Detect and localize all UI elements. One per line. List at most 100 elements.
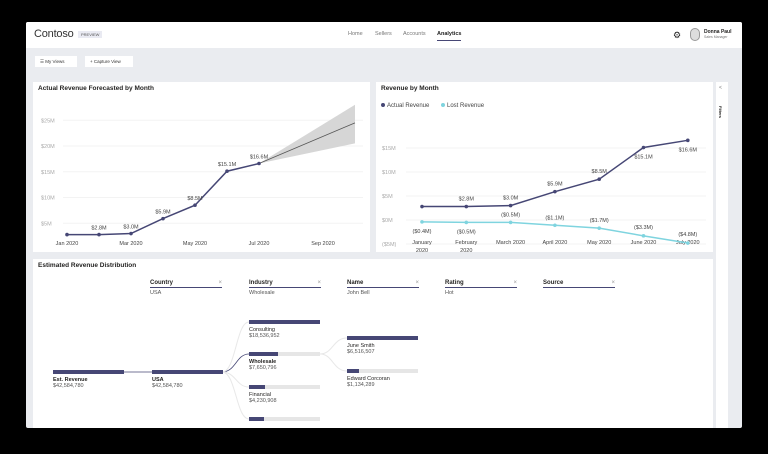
column-header: Source ×: [543, 280, 615, 288]
legend-marker: [381, 103, 385, 107]
data-point: [464, 204, 469, 209]
data-point: [420, 204, 424, 209]
tree-node-name[interactable]: June Smith $6,516,507: [347, 336, 418, 355]
tree-node-name[interactable]: Edward Corcoran $1,134,289: [347, 369, 418, 388]
nav-sellers[interactable]: Sellers: [375, 31, 392, 37]
column-header: Country ×: [150, 280, 222, 288]
data-point: [641, 145, 646, 150]
x-tick-label: Mar 2020: [119, 241, 142, 247]
tree-column-rating[interactable]: Rating × Hot: [445, 280, 517, 296]
data-label: ($0.5M): [501, 212, 520, 218]
data-label: $8.5M: [187, 196, 203, 202]
close-icon[interactable]: ×: [513, 280, 517, 286]
revenue-chart: ($5M) $0M $5M $10M $15M January 2020 February 20…: [381, 103, 706, 252]
legend-marker: [441, 103, 445, 107]
tree-node-industry[interactable]: Financial $4,230,908: [249, 385, 320, 404]
data-point: [641, 234, 646, 238]
tree-node-industry[interactable]: [249, 417, 320, 424]
close-icon[interactable]: ×: [611, 280, 615, 286]
x-tick-label: Jul 2020: [249, 241, 270, 247]
legend-label: Actual Revenue: [387, 103, 430, 109]
tree-node-root[interactable]: Est. Revenue $42,584,780: [53, 370, 124, 389]
collapse-icon[interactable]: <: [719, 85, 722, 91]
gear-icon[interactable]: ⚙: [673, 30, 681, 41]
y-tick-label: $15M: [382, 146, 396, 152]
y-tick-label: ($5M): [382, 242, 397, 248]
data-point: [97, 232, 101, 237]
close-icon[interactable]: ×: [317, 280, 321, 286]
series-line: [67, 162, 260, 236]
data-point: [553, 189, 557, 194]
data-point: [193, 203, 197, 208]
forecast-chart-card: Actual Revenue Forecasted by Month $5M $1…: [33, 82, 370, 252]
y-tick-label: $5M: [41, 221, 52, 227]
data-point: [508, 220, 513, 225]
x-tick-label: February: [455, 240, 477, 246]
x-tick-label: Sep 2020: [311, 241, 335, 247]
close-icon[interactable]: ×: [218, 280, 222, 286]
node-value: $6,516,507: [347, 349, 375, 355]
data-label: $2.8M: [91, 226, 107, 232]
y-tick-label: $10M: [382, 170, 396, 176]
data-point: [508, 203, 513, 208]
tree-column-name[interactable]: Name × John Bell: [347, 280, 419, 296]
column-value: Wholesale: [249, 290, 275, 296]
app-window: Contoso PREVIEW Home Sellers Accounts An…: [26, 22, 742, 428]
column-name: Country: [150, 280, 173, 286]
tree-node-industry[interactable]: Wholesale $7,650,796: [249, 352, 320, 371]
nav-home[interactable]: Home: [348, 31, 363, 37]
data-point: [686, 138, 690, 143]
data-point: [225, 169, 229, 174]
data-label: $16.6M: [679, 147, 698, 153]
data-point: [161, 216, 165, 221]
my-views-button[interactable]: ☰ My Views: [35, 56, 77, 67]
column-header: Name ×: [347, 280, 419, 288]
column-name: Name: [347, 280, 364, 286]
tree-column-source[interactable]: Source ×: [543, 280, 615, 290]
data-label: $5.9M: [547, 182, 563, 188]
data-label: ($4.8M): [678, 232, 697, 238]
x-tick-label: May 2020: [183, 241, 207, 247]
user-role: Sales Manager: [704, 35, 728, 39]
filters-pane[interactable]: < Filters: [716, 82, 728, 428]
close-icon[interactable]: ×: [415, 280, 419, 286]
data-label: ($0.5M): [457, 229, 476, 235]
x-tick-label: January: [412, 240, 432, 246]
tree-node-industry[interactable]: Consulting $18,536,952: [249, 320, 320, 339]
x-tick-label-year: 2020: [460, 248, 472, 252]
nav-accounts[interactable]: Accounts: [403, 31, 426, 37]
column-value: John Bell: [347, 290, 370, 296]
node-value: $4,230,908: [249, 398, 277, 404]
data-label: $5.9M: [155, 210, 171, 216]
x-tick-label: June 2020: [631, 240, 657, 246]
data-point: [65, 232, 69, 237]
tree-column-country[interactable]: Country × USA: [150, 280, 222, 296]
tree-column-industry[interactable]: Industry × Wholesale: [249, 280, 321, 296]
x-tick-label: March 2020: [496, 240, 525, 246]
avatar[interactable]: [690, 28, 700, 41]
column-header: Industry ×: [249, 280, 321, 288]
data-point: [597, 226, 601, 230]
capture-view-button[interactable]: + Capture View: [85, 56, 133, 67]
column-value: USA: [150, 290, 162, 296]
filters-label: Filters: [718, 106, 723, 119]
data-label: ($1.7M): [590, 218, 609, 224]
tree-node-usa[interactable]: USA $42,584,780: [152, 370, 223, 389]
x-tick-label: May 2020: [587, 240, 611, 246]
column-name: Source: [543, 280, 564, 286]
y-tick-label: $0M: [382, 218, 393, 224]
data-label: ($3.3M): [634, 225, 653, 231]
forecast-chart: $5M $10M $15M $20M $25M Jan 2020 Mar 2020 May 2…: [41, 104, 363, 247]
data-label: $8.5M: [592, 169, 608, 175]
data-point: [129, 231, 133, 236]
data-label: $15.1M: [218, 162, 237, 168]
data-point: [686, 241, 690, 245]
y-tick-label: $20M: [41, 144, 55, 150]
data-label: $16.6M: [250, 155, 269, 161]
y-tick-label: $5M: [382, 194, 393, 200]
data-label: ($0.4M): [413, 229, 432, 235]
column-value: Hot: [445, 290, 454, 296]
nav-analytics[interactable]: Analytics: [437, 31, 462, 41]
preview-badge: PREVIEW: [78, 31, 103, 38]
column-name: Industry: [249, 280, 273, 286]
